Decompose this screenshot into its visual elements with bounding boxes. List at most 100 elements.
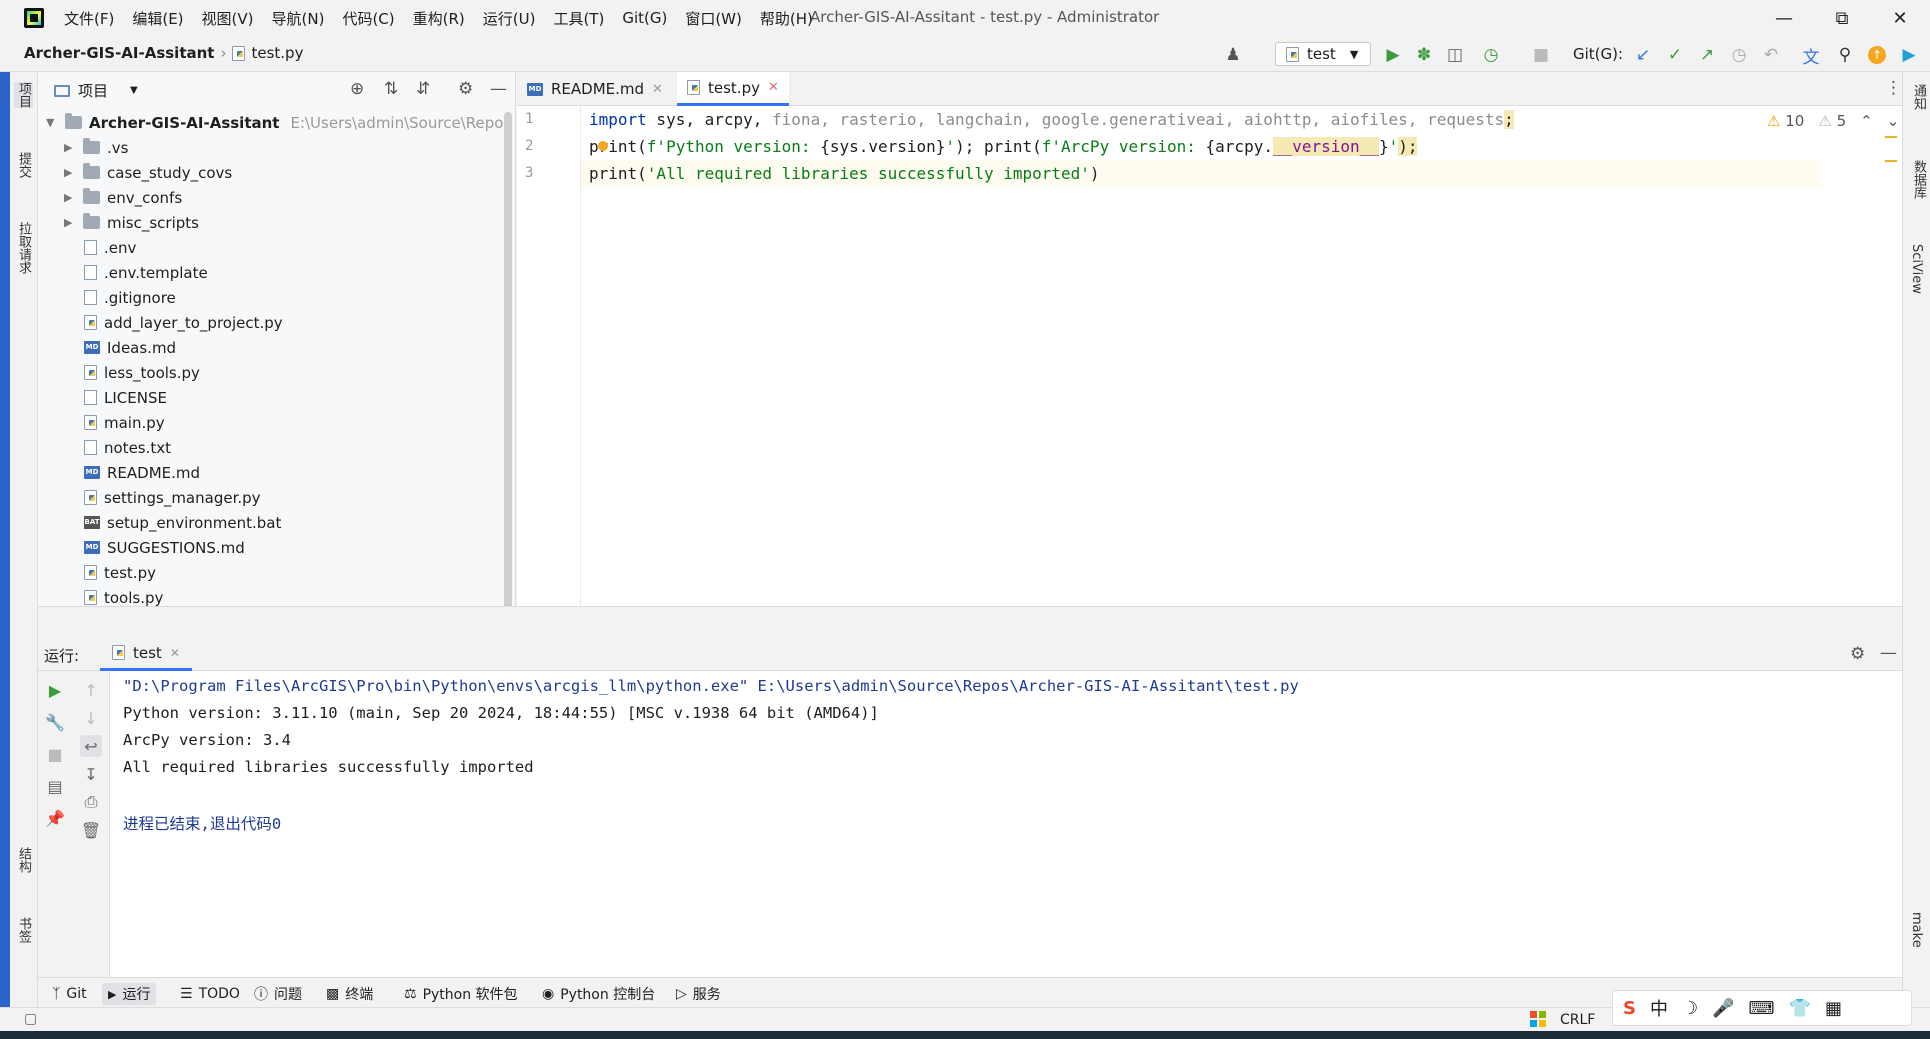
arrow-down-icon[interactable]: ↓ [80,707,102,729]
hide-panel-icon[interactable]: — [490,79,507,99]
tool-services[interactable]: ▷ 服务 [670,983,727,1005]
expand-all-icon[interactable]: ⇅ [384,79,398,99]
tree-item[interactable]: ▶ case_study_covs [64,160,232,185]
tab-readme[interactable]: MD README.md ✕ [517,72,673,106]
locate-file-icon[interactable]: ⊕ [350,79,364,99]
restore-button[interactable]: ⧉ [1824,4,1860,32]
skin-icon[interactable]: 👕 [1789,998,1811,1019]
chevron-down-icon[interactable]: ▼ [46,116,58,129]
scroll-to-end-icon[interactable]: ↧ [80,763,102,785]
git-push-icon[interactable]: ↗ [1696,44,1718,66]
tree-item[interactable]: .env [84,235,136,260]
tree-item[interactable]: MD README.md [84,460,200,485]
tree-scrollbar[interactable] [504,112,512,652]
tree-item[interactable]: ▶ env_confs [64,185,182,210]
grid-icon[interactable]: ▦ [1825,998,1842,1019]
tree-item[interactable]: add_layer_to_project.py [84,310,283,335]
microphone-icon[interactable]: 🎤 [1712,998,1734,1019]
breadcrumb-project[interactable]: Archer-GIS-AI-Assitant [24,44,214,62]
tree-item[interactable]: .gitignore [84,285,176,310]
stop-icon[interactable]: ■ [44,743,66,765]
menu-code[interactable]: 代码(C) [342,8,394,29]
commit-tool-button[interactable]: 提交 [14,152,33,178]
update-icon[interactable]: ↑ [1866,44,1888,66]
tree-item[interactable]: ▶ misc_scripts [64,210,199,235]
git-commit-icon[interactable]: ✓ [1664,44,1686,66]
intention-bulb-icon[interactable] [598,141,608,151]
tool-todo[interactable]: ☰ TODO [174,983,246,1005]
rerun-icon[interactable]: ▶ [44,679,66,701]
hide-panel-icon[interactable]: — [1880,643,1897,663]
editor-error-stripe[interactable] [1885,136,1897,176]
chevron-right-icon[interactable]: ▶ [64,166,76,179]
weak-warning-count[interactable]: ⚠ 5 [1818,112,1846,130]
tree-item[interactable]: .env.template [84,260,208,285]
tool-python-packages[interactable]: ⚖ Python 软件包 [398,983,524,1005]
chevron-right-icon[interactable]: ▶ [64,141,76,154]
gear-icon[interactable]: ⚙ [458,79,473,99]
layout-icon[interactable]: ▤ [44,775,66,797]
tab-test-py[interactable]: test.py ✕ [677,72,789,106]
menu-view[interactable]: 视图(V) [202,8,254,29]
tree-item[interactable]: MD SUGGESTIONS.md [84,535,245,560]
tree-item[interactable]: notes.txt [84,435,171,460]
profile-icon[interactable]: ◷ [1480,44,1502,66]
windows-logo-icon[interactable] [1530,1011,1546,1027]
notifications-tool-button[interactable]: 通知 [1909,84,1928,110]
tree-item[interactable]: settings_manager.py [84,485,261,510]
toggle-tool-windows-icon[interactable]: ▢ [24,1011,37,1027]
panel-splitter[interactable] [38,606,1902,637]
soft-wrap-icon[interactable]: ↩ [80,735,102,757]
tree-item[interactable]: test.py [84,560,156,585]
chevron-right-icon[interactable]: ▶ [64,216,76,229]
wrench-icon[interactable]: 🔧 [44,711,66,733]
tool-git[interactable]: ᛉ Git [46,983,93,1005]
debug-icon[interactable]: ✽ [1413,44,1435,66]
database-tool-button[interactable]: 数据库 [1909,160,1928,199]
tree-item[interactable]: less_tools.py [84,360,200,385]
user-icon[interactable]: ♟ [1222,44,1244,66]
inspection-widget[interactable]: ⚠ 10 ⚠ 5 ⌃ ⌄ [1767,112,1899,130]
run-icon[interactable]: ▶ [1382,44,1404,66]
tree-item[interactable]: ▶ .vs [64,135,128,160]
run-tab-test[interactable]: test ✕ [100,637,192,671]
tree-root[interactable]: ▼ Archer-GIS-AI-Assitant E:\Users\admin\… [46,110,508,135]
tool-python-console[interactable]: ◉ Python 控制台 [536,983,661,1005]
menu-file[interactable]: 文件(F) [64,8,114,29]
close-icon[interactable]: ✕ [652,82,663,97]
warning-count[interactable]: ⚠ 10 [1767,112,1804,130]
bookmarks-tool-button[interactable]: 书签 [14,917,33,943]
punctuation-icon[interactable]: ☽ [1682,998,1698,1019]
menu-navigate[interactable]: 导航(N) [272,8,325,29]
sciview-tool-button[interactable]: SciView [1909,244,1924,294]
ime-mode[interactable]: 中 [1650,995,1668,1021]
rollback-icon[interactable]: ↶ [1760,44,1782,66]
tree-item[interactable]: BAT setup_environment.bat [84,510,281,535]
menu-run[interactable]: 运行(U) [483,8,536,29]
collapse-all-icon[interactable]: ⇵ [416,79,430,99]
search-icon[interactable]: ⚲ [1834,44,1856,66]
chevron-up-icon[interactable]: ⌃ [1860,112,1873,130]
stop-icon[interactable]: ■ [1530,44,1552,66]
project-tool-button[interactable]: 项目 [14,82,33,108]
print-icon[interactable]: ⎙ [80,791,102,813]
close-window-button[interactable]: ✕ [1882,4,1918,32]
trash-icon[interactable]: 🗑 [80,819,102,841]
menu-refactor[interactable]: 重构(R) [413,8,465,29]
menu-edit[interactable]: 编辑(E) [132,8,183,29]
jetbrains-ai-icon[interactable]: ▶ [1898,44,1920,66]
tool-problems[interactable]: ⓘ 问题 [248,983,308,1005]
git-update-icon[interactable]: ↙ [1632,44,1654,66]
project-view-selector[interactable]: 项目 ▼ [54,80,138,101]
run-console[interactable]: "D:\Program Files\ArcGIS\Pro\bin\Python\… [110,671,1902,977]
breadcrumb-file[interactable]: test.py [251,44,303,62]
tool-terminal[interactable]: ▩ 终端 [320,983,379,1005]
pycharm-logo-icon[interactable] [24,8,44,28]
more-options-icon[interactable]: ⋮ [1885,78,1902,98]
menu-help[interactable]: 帮助(H) [760,8,813,29]
structure-tool-button[interactable]: 结构 [14,847,33,873]
menu-tools[interactable]: 工具(T) [553,8,604,29]
pin-icon[interactable]: 📌 [44,807,66,829]
chevron-right-icon[interactable]: ▶ [64,191,76,204]
tree-item[interactable]: LICENSE [84,385,167,410]
